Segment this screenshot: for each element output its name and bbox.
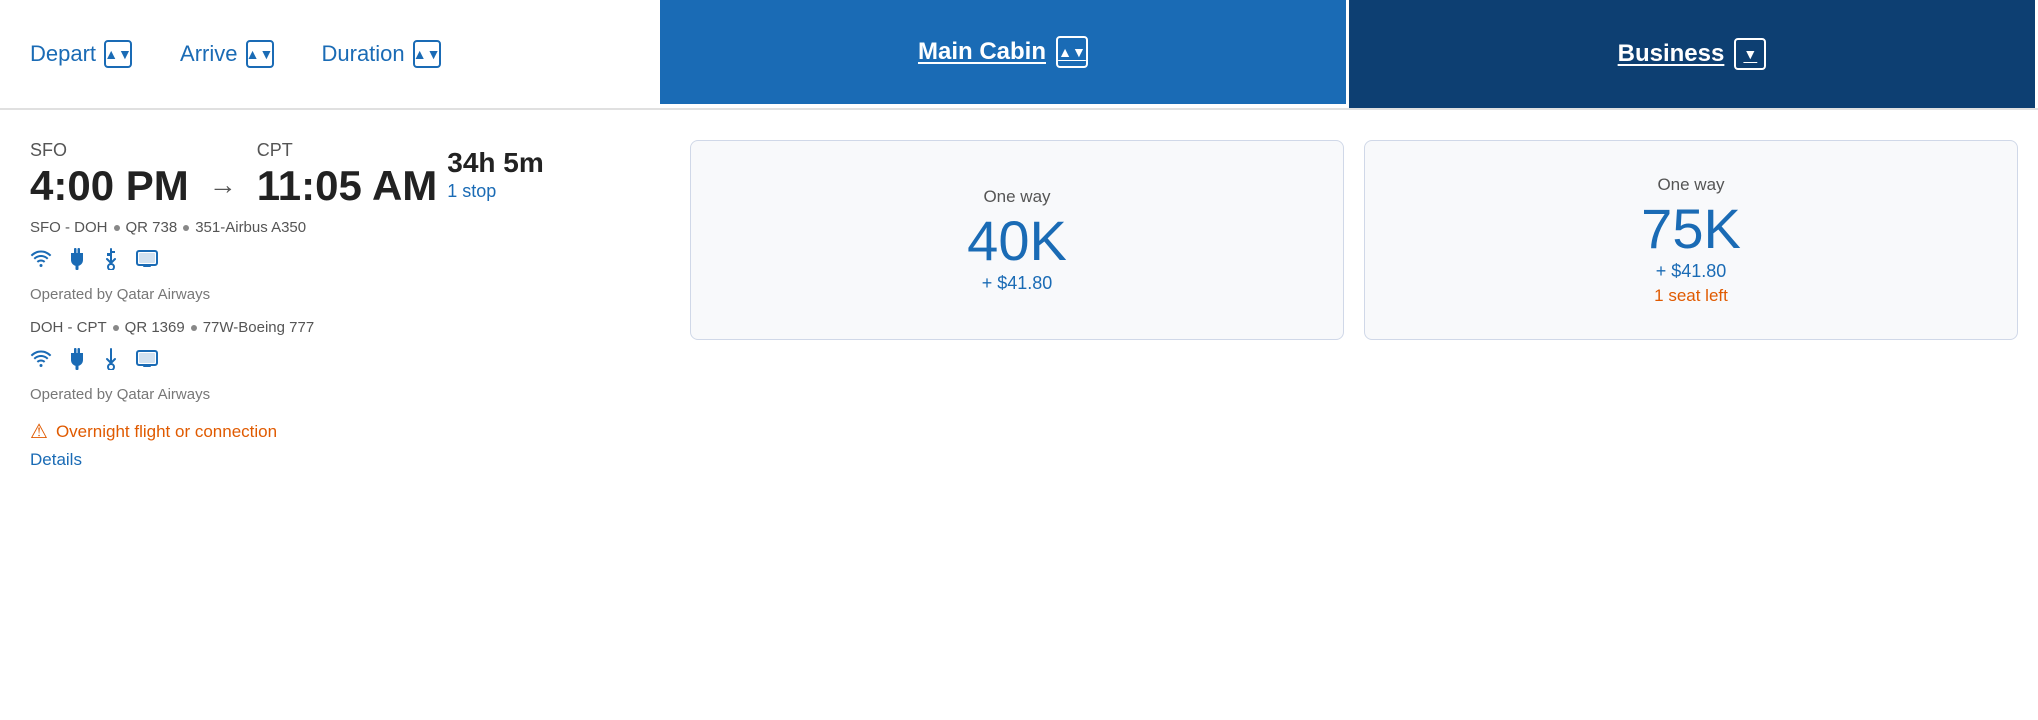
usb-icon bbox=[102, 248, 120, 276]
flight-results-container: Depart ▲▼ Arrive ▲▼ Duration ▲▼ Main Cab… bbox=[0, 0, 2038, 720]
arrive-sort-label: Arrive bbox=[180, 41, 237, 67]
segment1-amenities bbox=[30, 248, 670, 276]
main-cabin-one-way: One way bbox=[983, 187, 1050, 207]
arrow-icon: → bbox=[209, 169, 237, 201]
depart-airport: SFO bbox=[30, 140, 189, 161]
segment2-route: DOH - CPT bbox=[30, 319, 107, 336]
duration-block: 34h 5m 1 stop bbox=[447, 147, 544, 202]
segment2-entertainment-icon bbox=[136, 350, 158, 374]
segment2-power-icon bbox=[68, 348, 86, 376]
arrive-time: 11:05 AM bbox=[257, 163, 438, 209]
main-cabin-miles: 40K bbox=[967, 213, 1067, 269]
business-sort-icon: ▼ bbox=[1734, 38, 1766, 70]
arrive-sort-button[interactable]: Arrive ▲▼ bbox=[180, 40, 273, 68]
depart-sort-button[interactable]: Depart ▲▼ bbox=[30, 40, 132, 68]
business-seats-left: 1 seat left bbox=[1654, 286, 1728, 306]
segment2-aircraft: 77W-Boeing 777 bbox=[203, 319, 314, 336]
main-cabin-sort-icon: ▲▼ bbox=[1056, 36, 1088, 68]
segment2-flight-number: QR 1369 bbox=[125, 319, 185, 336]
main-cabin-text: Main Cabin bbox=[918, 38, 1046, 66]
main-cabin-label: Main Cabin ▲▼ bbox=[918, 36, 1088, 68]
details-link[interactable]: Details bbox=[30, 450, 670, 470]
depart-sort-label: Depart bbox=[30, 41, 96, 67]
segment1-operator: Operated by Qatar Airways bbox=[30, 286, 670, 303]
duration-sort-button[interactable]: Duration ▲▼ bbox=[322, 40, 441, 68]
dot2 bbox=[183, 225, 189, 231]
overnight-warning: ⚠ Overnight flight or connection bbox=[30, 419, 670, 444]
duration-sort-icon: ▲▼ bbox=[413, 40, 441, 68]
dot4 bbox=[191, 325, 197, 331]
power-icon bbox=[68, 248, 86, 276]
sort-controls: Depart ▲▼ Arrive ▲▼ Duration ▲▼ bbox=[0, 0, 660, 108]
segment1-route: SFO - DOH bbox=[30, 219, 108, 236]
dot1 bbox=[114, 225, 120, 231]
dot3 bbox=[113, 325, 119, 331]
segment2-route-info: DOH - CPT QR 1369 77W-Boeing 777 bbox=[30, 319, 670, 336]
main-cabin-tab[interactable]: Main Cabin ▲▼ bbox=[660, 0, 1349, 108]
segment2-operator: Operated by Qatar Airways bbox=[30, 386, 670, 403]
segment1-flight-number: QR 738 bbox=[126, 219, 178, 236]
business-miles: 75K bbox=[1641, 201, 1741, 257]
business-label: Business ▼ bbox=[1618, 38, 1767, 70]
business-tab[interactable]: Business ▼ bbox=[1349, 0, 2038, 108]
segment1-route-info: SFO - DOH QR 738 351-Airbus A350 bbox=[30, 219, 670, 236]
main-cabin-cash: + $41.80 bbox=[982, 273, 1053, 294]
depart-block: SFO 4:00 PM bbox=[30, 140, 189, 209]
segment2-usb-icon bbox=[102, 348, 120, 376]
wifi-icon bbox=[30, 250, 52, 274]
business-cash: + $41.80 bbox=[1656, 261, 1727, 282]
duration-value: 34h 5m bbox=[447, 147, 544, 179]
business-one-way: One way bbox=[1657, 175, 1724, 195]
header-row: Depart ▲▼ Arrive ▲▼ Duration ▲▼ Main Cab… bbox=[0, 0, 2038, 110]
flight-times: SFO 4:00 PM → CPT 11:05 AM 34h 5m 1 stop bbox=[30, 140, 670, 209]
duration-sort-label: Duration bbox=[322, 41, 405, 67]
arrive-block: CPT 11:05 AM bbox=[257, 140, 438, 209]
stops-value: 1 stop bbox=[447, 181, 544, 202]
entertainment-icon bbox=[136, 250, 158, 274]
segment2-wifi-icon bbox=[30, 350, 52, 374]
depart-sort-icon: ▲▼ bbox=[104, 40, 132, 68]
segment2-amenities bbox=[30, 348, 670, 376]
price-cards: One way 40K + $41.80 One way 75K + $41.8… bbox=[690, 140, 2038, 340]
overnight-text: Overnight flight or connection bbox=[56, 422, 277, 442]
business-text: Business bbox=[1618, 40, 1725, 68]
main-cabin-price-card[interactable]: One way 40K + $41.80 bbox=[690, 140, 1344, 340]
warning-triangle-icon: ⚠ bbox=[30, 419, 48, 444]
flight-info: SFO 4:00 PM → CPT 11:05 AM 34h 5m 1 stop… bbox=[30, 140, 690, 470]
business-price-card[interactable]: One way 75K + $41.80 1 seat left bbox=[1364, 140, 2018, 340]
depart-time: 4:00 PM bbox=[30, 163, 189, 209]
segment1-aircraft: 351-Airbus A350 bbox=[195, 219, 306, 236]
arrive-sort-icon: ▲▼ bbox=[246, 40, 274, 68]
content-row: SFO 4:00 PM → CPT 11:05 AM 34h 5m 1 stop… bbox=[0, 110, 2038, 720]
arrive-airport: CPT bbox=[257, 140, 438, 161]
